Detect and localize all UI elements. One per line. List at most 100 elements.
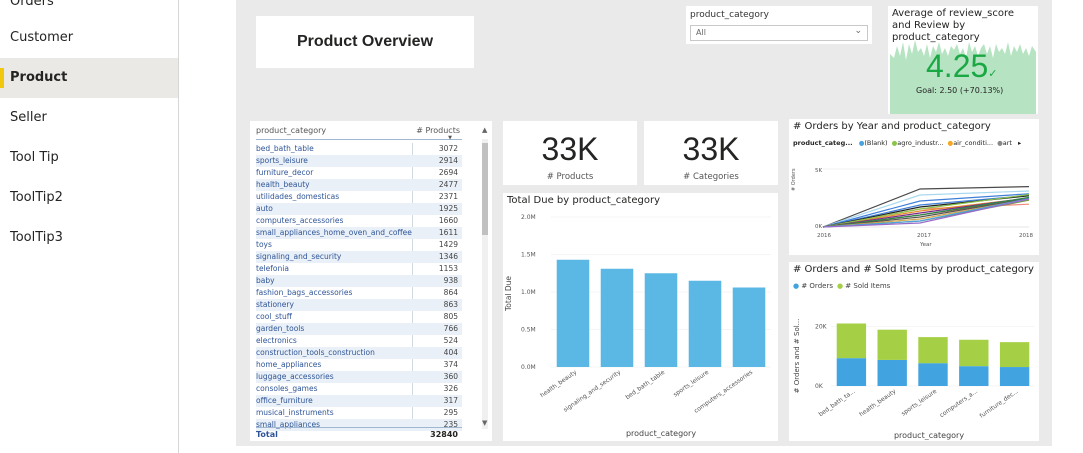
bar-segment-solditems[interactable] — [999, 342, 1030, 368]
legend-item[interactable]: ● # Sold Items — [837, 282, 890, 290]
bar-segment-solditems[interactable] — [959, 339, 989, 367]
categories-card[interactable]: 33K # Categories — [644, 121, 778, 185]
sidebar: Orders Customer Product Seller Tool Tip … — [0, 0, 179, 453]
table-row[interactable]: health_beauty 2477 — [256, 179, 462, 191]
kpi-review-score[interactable]: Average of review_score and Review by pr… — [888, 6, 1038, 114]
orders-by-year-chart[interactable]: # Orders by Year and product_category pr… — [789, 119, 1039, 255]
table-row[interactable]: musical_instruments 295 — [256, 407, 462, 419]
table-row[interactable]: computers_accessories 1660 — [256, 215, 462, 227]
x-tick-label: furniture_dec... — [978, 388, 1019, 420]
table-row[interactable]: telefonia 1153 — [256, 263, 462, 275]
kpi-value: 4.25 — [926, 48, 989, 84]
nav-item-tooltip[interactable]: Tool Tip — [0, 138, 178, 178]
table-row[interactable]: fashion_bags_accessories 864 — [256, 287, 462, 299]
cell-products: 524 — [443, 336, 458, 345]
table-row[interactable]: small_appliances_home_oven_and_coffee 161… — [256, 227, 462, 239]
table-row[interactable]: utilidades_domesticas 2371 — [256, 191, 462, 203]
nav-item-tooltip3[interactable]: ToolTip3 — [0, 218, 178, 258]
bar-segment-solditems[interactable] — [918, 337, 948, 364]
products-card[interactable]: 33K # Products — [503, 121, 637, 185]
x-tick-label: bed_bath_ta... — [818, 388, 857, 418]
cell-product-category: luggage_accessories — [256, 372, 334, 381]
x-tick-label: bed_bath_table — [624, 369, 666, 401]
total-due-title: Total Due by product_category — [507, 195, 661, 206]
nav-item-product[interactable]: Product — [0, 58, 178, 98]
chevron-down-icon[interactable]: ⌄ — [854, 26, 862, 36]
table-row[interactable]: bed_bath_table 3072 — [256, 143, 462, 155]
y-tick-0k: 0K — [815, 224, 822, 230]
table-total-row: Total 32840 — [256, 427, 462, 439]
kpi-value-row: 4.25✓ — [926, 48, 998, 85]
cell-product-category: garden_tools — [256, 324, 305, 333]
table-row[interactable]: electronics 524 — [256, 335, 462, 347]
header-product-category[interactable]: product_category — [256, 126, 326, 135]
legend-item[interactable]: ● # Orders — [793, 282, 833, 290]
table-row[interactable]: auto 1925 — [256, 203, 462, 215]
product-table[interactable]: product_category # Products ▼ bed_bath_t… — [250, 121, 492, 441]
table-row[interactable]: toys 1429 — [256, 239, 462, 251]
nav-item-tooltip2[interactable]: ToolTip2 — [0, 178, 178, 218]
total-due-chart[interactable]: Total Due by product_category 0.0M 0.5M 1.… — [503, 193, 778, 441]
bar-sports_leisure[interactable] — [688, 280, 722, 367]
table-scrollbar[interactable] — [482, 139, 488, 429]
cell-product-category: sports_leisure — [256, 156, 308, 165]
nav-item-seller[interactable]: Seller — [0, 98, 178, 138]
bar-segment-orders[interactable] — [959, 366, 989, 386]
y-tick-label: 2.0M — [521, 214, 536, 221]
bar-bed_bath_table[interactable] — [644, 273, 678, 367]
legend-item[interactable]: ●(Blank) — [859, 139, 888, 147]
cell-products: 295 — [443, 408, 458, 417]
scroll-up-icon[interactable]: ▲ — [482, 126, 487, 134]
bar-computers_accessories[interactable] — [732, 287, 766, 368]
slicer-dropdown[interactable]: All ⌄ — [690, 25, 868, 41]
cell-products: 2694 — [438, 168, 458, 177]
orders-sold-items-title: # Orders and # Sold Items by product_cat… — [793, 264, 1034, 275]
cell-product-category: health_beauty — [256, 180, 310, 189]
cell-products: 1429 — [438, 240, 458, 249]
legend-item[interactable]: ●art — [997, 139, 1012, 147]
legend-item[interactable]: ●agro_industr... — [892, 139, 944, 147]
y-tick-label: 20K — [815, 324, 828, 331]
y-tick-label: 1.5M — [521, 252, 536, 259]
legend-item[interactable]: ●air_conditi... — [948, 139, 994, 147]
y-tick-5k: 5K — [815, 168, 822, 174]
table-row[interactable]: construction_tools_construction 404 — [256, 347, 462, 359]
product-category-slicer[interactable]: product_category All ⌄ — [686, 6, 872, 44]
table-row[interactable]: sports_leisure 2914 — [256, 155, 462, 167]
table-row[interactable]: cool_stuff 805 — [256, 311, 462, 323]
cell-products: 1346 — [438, 252, 458, 261]
bar-segment-solditems[interactable] — [836, 323, 867, 359]
scroll-down-icon[interactable]: ▼ — [482, 419, 487, 427]
table-row[interactable]: stationery 863 — [256, 299, 462, 311]
cell-product-category: toys — [256, 240, 272, 249]
cell-product-category: electronics — [256, 336, 297, 345]
nav-item-customer[interactable]: Customer — [0, 18, 178, 58]
table-row[interactable]: signaling_and_security 1346 — [256, 251, 462, 263]
table-row[interactable]: consoles_games 326 — [256, 383, 462, 395]
header-products[interactable]: # Products — [416, 126, 460, 135]
bar-segment-orders[interactable] — [877, 359, 907, 386]
x-tick-2017: 2017 — [917, 233, 931, 239]
legend-next-icon[interactable]: ▸ — [1018, 139, 1021, 147]
table-row[interactable]: garden_tools 766 — [256, 323, 462, 335]
y-axis-label: # Orders and # Sol... — [793, 319, 801, 394]
sort-desc-icon[interactable]: ▼ — [448, 135, 452, 141]
table-row[interactable]: luggage_accessories 360 — [256, 371, 462, 383]
table-row[interactable]: office_furniture 317 — [256, 395, 462, 407]
bar-signaling_and_security[interactable] — [600, 268, 634, 367]
x-axis-label-year: Year — [919, 242, 932, 248]
table-row[interactable]: home_appliances 374 — [256, 359, 462, 371]
cell-product-category: signaling_and_security — [256, 252, 342, 261]
cell-product-category: auto — [256, 204, 273, 213]
scrollbar-thumb[interactable] — [482, 143, 488, 235]
bar-segment-orders[interactable] — [918, 363, 948, 386]
x-tick-label: health_beauty — [858, 388, 898, 419]
bar-segment-solditems[interactable] — [877, 329, 907, 360]
bar-health_beauty[interactable] — [556, 259, 590, 367]
table-row[interactable]: baby 938 — [256, 275, 462, 287]
bar-segment-orders[interactable] — [836, 358, 867, 386]
orders-sold-items-chart[interactable]: # Orders and # Sold Items by product_cat… — [789, 262, 1039, 441]
bar-segment-orders[interactable] — [999, 367, 1030, 386]
table-row[interactable]: furniture_decor 2694 — [256, 167, 462, 179]
table-header: product_category # Products ▼ — [256, 124, 462, 141]
